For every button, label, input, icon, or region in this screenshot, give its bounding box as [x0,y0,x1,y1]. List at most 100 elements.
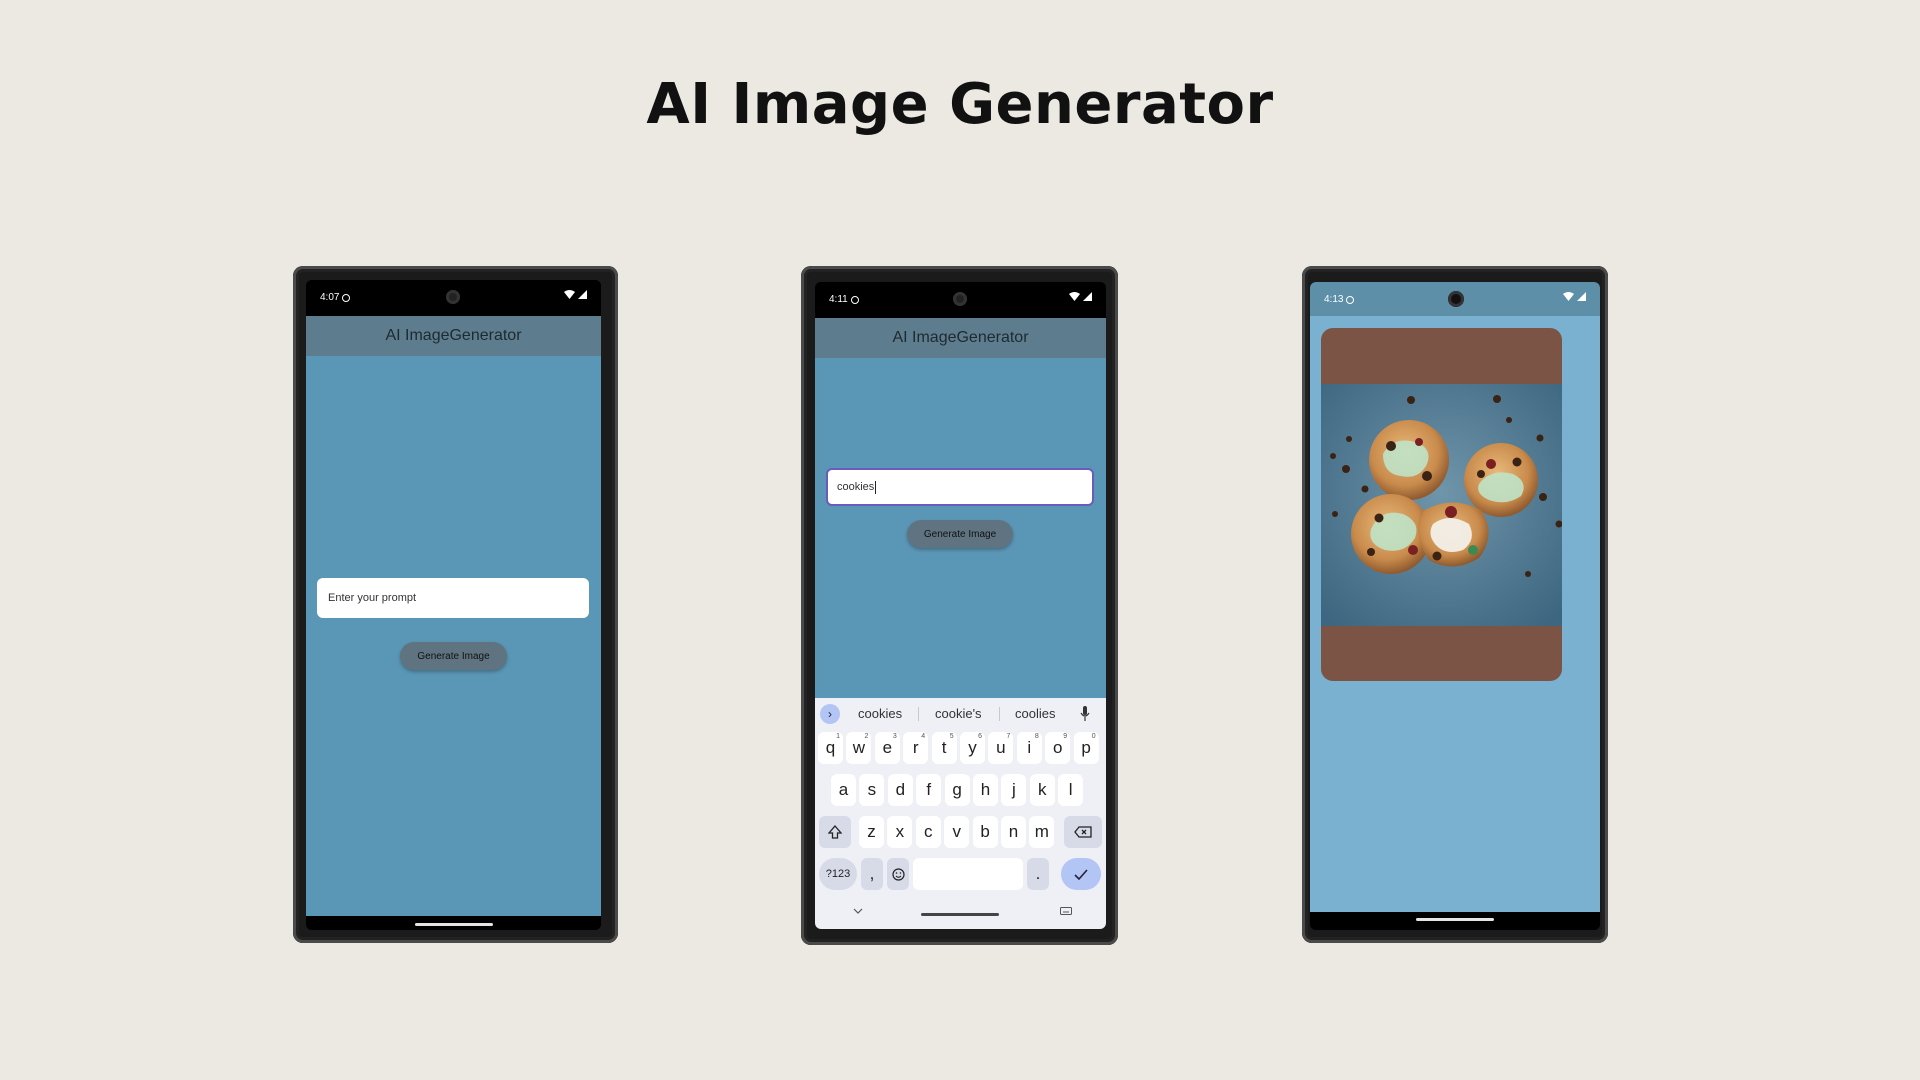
generated-image-card [1321,328,1562,681]
period-key[interactable]: . [1027,858,1049,890]
enter-key[interactable] [1061,858,1101,890]
key-e[interactable]: e3 [874,732,900,764]
suggestion-divider [918,707,919,721]
key-number-hint: 4 [921,733,926,740]
key-label: u [996,738,1006,757]
signal-icon [1577,292,1586,301]
key-u[interactable]: u7 [988,732,1014,764]
key-label: l [1068,780,1073,799]
microphone-icon[interactable] [1080,706,1090,721]
key-h[interactable]: h [973,774,998,806]
comma-key[interactable]: , [861,858,883,890]
content-area: cookies Generate Image [815,358,1106,698]
key-j[interactable]: j [1001,774,1027,806]
key-label: p [1081,738,1091,757]
keyboard-switch-icon[interactable] [1060,907,1072,915]
key-label: n [1008,822,1019,841]
key-b[interactable]: b [972,816,998,848]
key-q[interactable]: q1 [818,732,843,764]
symbols-key-label: ?123 [825,868,851,880]
key-r[interactable]: r4 [903,732,929,764]
key-label: f [926,780,932,799]
app-bar: AI ImageGenerator [306,316,601,356]
keyboard: › cookies cookie's coolies q1w2e3r4t5y6u… [815,698,1106,929]
wifi-icon [1563,292,1574,301]
key-label: r [912,738,919,757]
shift-icon [828,825,842,839]
key-number-hint: 9 [1063,733,1068,740]
key-p[interactable]: p0 [1073,732,1099,764]
key-label: h [980,780,991,799]
key-label: q [825,738,836,757]
key-x[interactable]: x [887,816,913,848]
key-label: c [924,822,933,841]
key-label: y [968,738,977,757]
status-time: 4:13 [1324,294,1344,305]
phone-2-screen: 4:11 AI ImageGenerator cookies Generate … [815,282,1106,929]
key-n[interactable]: n [1001,816,1026,848]
key-number-hint: 8 [1034,733,1039,740]
key-label: x [895,822,905,841]
key-o[interactable]: o9 [1045,732,1071,764]
key-number-hint: 0 [1091,733,1096,740]
key-d[interactable]: d [887,774,913,806]
key-label: v [952,822,961,841]
suggestion-3[interactable]: coolies [1015,706,1055,721]
hide-keyboard-icon[interactable] [853,908,863,914]
wifi-icon [1069,292,1080,301]
suggestion-2[interactable]: cookie's [935,706,982,721]
shift-key[interactable] [819,816,851,848]
key-v[interactable]: v [944,816,970,848]
emoji-key[interactable] [887,858,909,890]
key-f[interactable]: f [916,774,942,806]
key-label: b [980,822,990,841]
status-time: 4:11 [829,294,848,305]
suggestion-1[interactable]: cookies [858,706,902,721]
backspace-key[interactable] [1064,816,1102,848]
expand-suggestions-icon[interactable]: › [820,704,840,724]
key-c[interactable]: c [915,816,941,848]
key-number-hint: 3 [892,733,897,740]
key-i[interactable]: i8 [1016,732,1042,764]
key-label: t [941,738,947,757]
symbols-key[interactable]: ?123 [819,858,857,890]
prompt-placeholder: Enter your prompt [328,592,417,604]
nav-bar [1310,912,1600,930]
key-z[interactable]: z [859,816,884,848]
status-time: 4:07 [320,292,340,303]
status-bar: 4:11 [815,282,1106,318]
home-handle[interactable] [415,923,493,926]
phone-3: 4:13 [1302,266,1608,943]
key-w[interactable]: w2 [846,732,872,764]
key-number-hint: 6 [978,733,982,740]
key-number-hint: 2 [864,733,869,740]
key-label: s [867,780,877,799]
prompt-input[interactable]: cookies [826,468,1094,506]
key-label: i [1027,738,1032,757]
key-k[interactable]: k [1029,774,1055,806]
signal-icon [578,290,587,299]
generate-image-button[interactable]: Generate Image [400,642,507,670]
space-key[interactable] [913,858,1023,890]
key-number-hint: 7 [1006,733,1011,740]
status-bar: 4:07 [306,280,601,316]
home-handle[interactable] [1416,918,1494,921]
wifi-icon [564,290,575,299]
emoji-icon [891,867,905,881]
comma-key-label: , [869,864,875,883]
prompt-value: cookies [837,481,875,493]
key-g[interactable]: g [944,774,970,806]
key-m[interactable]: m [1029,816,1055,848]
suggestion-bar: › cookies cookie's coolies [815,698,1106,730]
prompt-input[interactable]: Enter your prompt [317,578,589,618]
key-number-hint: 5 [949,733,954,740]
home-handle[interactable] [921,913,999,916]
key-t[interactable]: t5 [931,732,957,764]
key-s[interactable]: s [859,774,885,806]
generate-image-button[interactable]: Generate Image [907,520,1013,548]
key-a[interactable]: a [831,774,856,806]
key-y[interactable]: y6 [960,732,985,764]
camera-icon [953,292,967,306]
key-l[interactable]: l [1058,774,1084,806]
generate-image-label: Generate Image [417,650,490,662]
